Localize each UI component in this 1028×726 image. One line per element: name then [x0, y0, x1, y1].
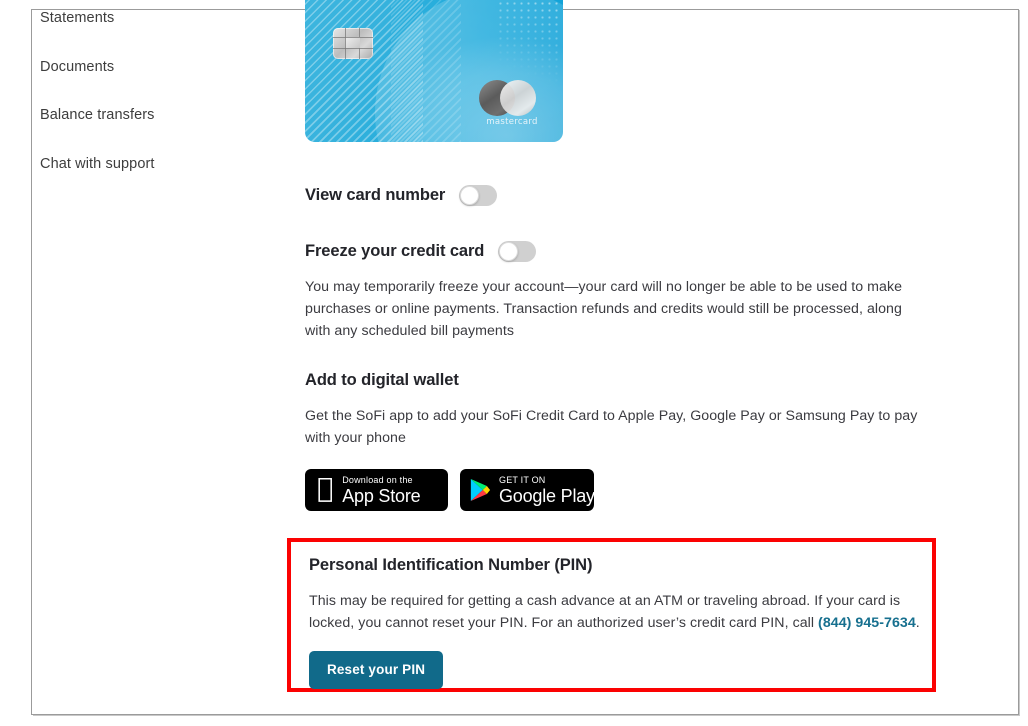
freeze-card-description: You may temporarily freeze your account—… — [305, 279, 903, 339]
sidebar-item-statements[interactable]: Statements — [40, 11, 270, 26]
freeze-card-toggle[interactable] — [498, 241, 537, 262]
pin-description-part2: . — [915, 615, 920, 631]
view-card-number-row: View card number — [305, 185, 965, 206]
toggle-knob — [499, 242, 519, 261]
pin-phone-link[interactable]: (844) 945-7634 — [818, 615, 916, 631]
app-store-badge-big-text: App Store — [326, 485, 420, 506]
sidebar-item-documents[interactable]: Documents — [40, 58, 270, 75]
store-badges:  Download on the App Store GET IT ON Go… — [305, 469, 965, 511]
main-content: View card number Freeze your credit card… — [305, 0, 965, 511]
freeze-card-row: Freeze your credit card — [305, 241, 965, 262]
app-store-badge-small-text: Download on the — [326, 474, 412, 485]
google-play-badge-big-text: Google Play — [499, 485, 595, 506]
google-play-badge[interactable]: GET IT ON Google Play — [460, 469, 595, 511]
app-store-badge[interactable]:  Download on the App Store — [305, 469, 448, 511]
pin-description-part1: This may be required for getting a cash … — [309, 593, 901, 631]
pin-description: This may be required for getting a cash … — [309, 590, 924, 634]
toggle-knob — [460, 186, 480, 205]
digital-wallet-heading: Add to digital wallet — [305, 371, 459, 389]
view-card-number-toggle[interactable] — [459, 185, 498, 206]
sidebar-item-balance-transfers[interactable]: Balance transfers — [40, 108, 270, 123]
digital-wallet-description: Get the SoFi app to add your SoFi Credit… — [305, 408, 918, 446]
sidebar-item-label: Documents — [40, 58, 115, 75]
apple-logo-icon:  — [317, 475, 333, 502]
pin-section-highlight: Personal Identification Number (PIN) Thi… — [287, 538, 936, 692]
google-play-badge-small-text: GET IT ON — [499, 474, 546, 485]
screenshot-root: Statements Documents Balance transfers C… — [0, 0, 1028, 726]
sidebar-item-label: Balance transfers — [40, 107, 155, 123]
google-play-icon — [470, 479, 491, 501]
google-play-badge-text: GET IT ON Google Play — [499, 474, 595, 506]
app-store-badge-text: Download on the App Store — [326, 474, 420, 506]
sidebar-item-label: Chat with support — [40, 155, 155, 172]
reset-pin-button[interactable]: Reset your PIN — [309, 651, 444, 689]
sidebar-item-chat-with-support[interactable]: Chat with support — [40, 155, 270, 172]
sidebar-nav: Statements Documents Balance transfers C… — [40, 0, 270, 171]
freeze-card-label: Freeze your credit card — [305, 242, 485, 260]
sidebar-item-label: Statements — [40, 10, 115, 26]
view-card-number-label: View card number — [305, 186, 446, 204]
pin-heading: Personal Identification Number (PIN) — [309, 556, 593, 574]
pin-section: Personal Identification Number (PIN) Thi… — [309, 556, 920, 689]
